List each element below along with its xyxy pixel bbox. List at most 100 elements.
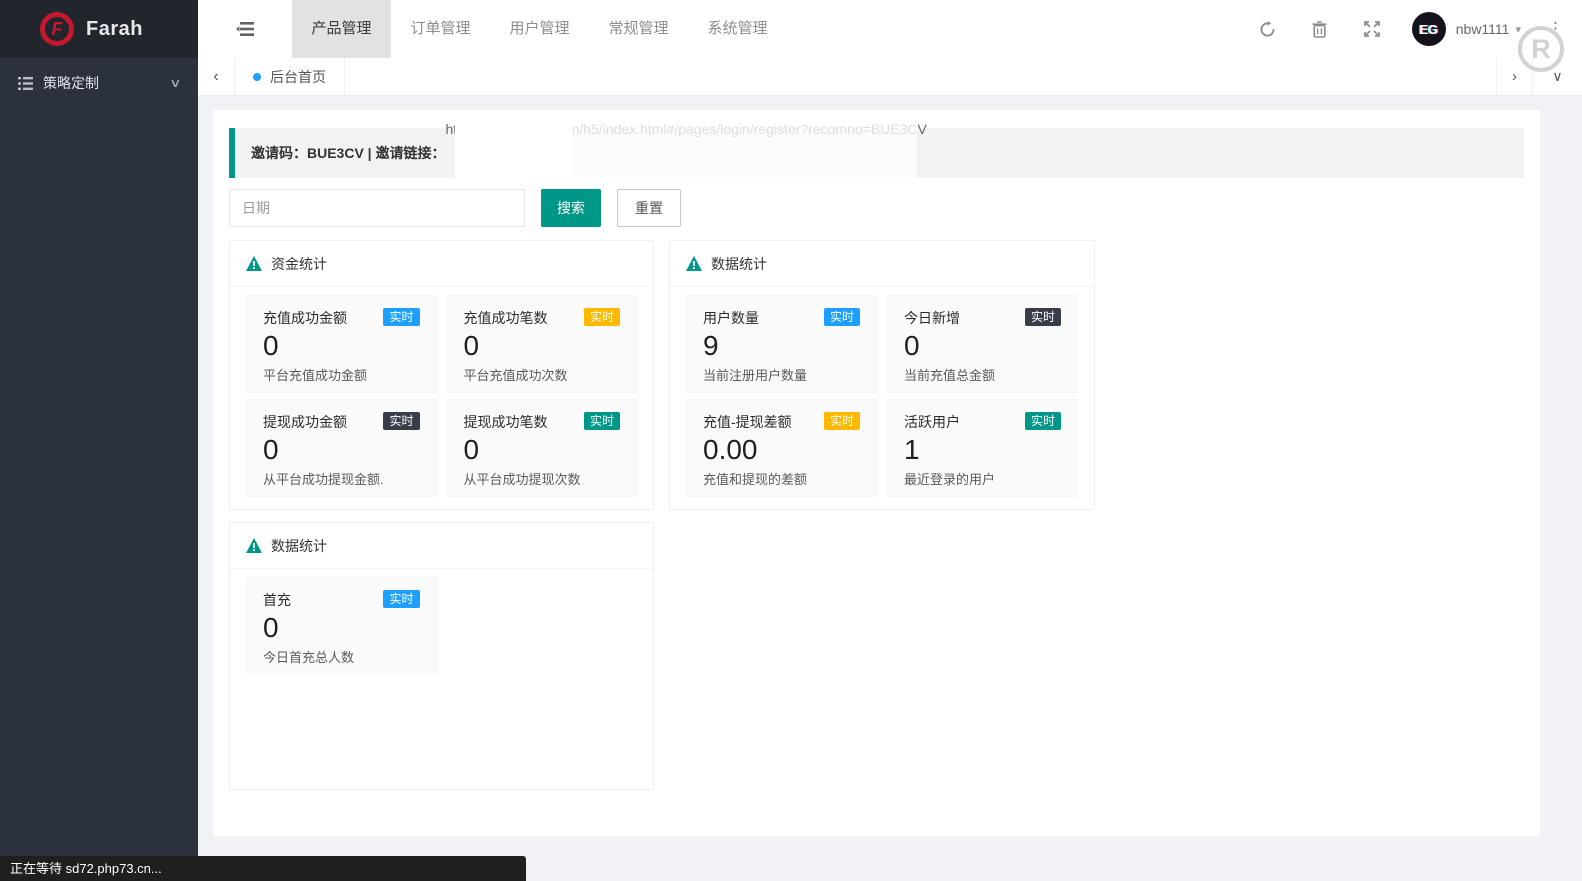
stat-tile-first-charge: 首充 实时 0 今日首充总人数 xyxy=(246,577,437,675)
nav-item-system[interactable]: 系统管理 xyxy=(688,0,787,58)
realtime-badge: 实时 xyxy=(824,412,860,430)
refresh-button[interactable] xyxy=(1242,21,1294,38)
nav-item-product[interactable]: 产品管理 xyxy=(292,0,391,58)
trash-icon xyxy=(1312,21,1327,38)
stat-desc: 从平台成功提现金额. xyxy=(263,469,420,488)
refresh-icon xyxy=(1259,21,1276,38)
stat-desc: 平台充值成功次数 xyxy=(464,365,621,384)
card-title: 数据统计 xyxy=(271,536,327,556)
stat-desc: 从平台成功提现次数 xyxy=(464,469,621,488)
fullscreen-button[interactable] xyxy=(1346,21,1398,37)
card-header: 资金统计 xyxy=(230,241,653,287)
sidebar: 策略定制 ∨ xyxy=(0,58,198,881)
tab-dashboard-home[interactable]: 后台首页 xyxy=(235,58,345,95)
tabs-scroll-right-button[interactable]: › xyxy=(1496,58,1532,95)
realtime-badge: 实时 xyxy=(584,412,620,430)
tab-bar-right-controls: › ∨ xyxy=(1496,58,1582,95)
stat-label: 活跃用户 xyxy=(904,412,960,432)
stat-tile-user-count: 用户数量 实时 9 当前注册用户数量 xyxy=(686,295,877,393)
clear-cache-button[interactable] xyxy=(1294,21,1346,38)
sidebar-collapse-button[interactable] xyxy=(198,0,292,58)
user-avatar[interactable]: EG xyxy=(1412,12,1446,46)
stat-desc: 当前充值总金额 xyxy=(904,365,1061,384)
card-body: 首充 实时 0 今日首充总人数 xyxy=(230,569,653,691)
stat-label: 今日新增 xyxy=(904,308,960,328)
date-input[interactable] xyxy=(229,189,525,227)
card-funds-stats: 资金统计 充值成功金额 实时 0 平台充值成功金额 充值成功笔数 实时 0 xyxy=(229,240,654,510)
realtime-badge: 实时 xyxy=(1025,308,1061,326)
stat-tile-active-users: 活跃用户 实时 1 最近登录的用户 xyxy=(887,399,1078,497)
stat-value: 0 xyxy=(904,330,1061,362)
top-header: 产品管理 订单管理 用户管理 常规管理 系统管理 xyxy=(198,0,1582,58)
brand-logo-letter: F xyxy=(52,19,63,40)
card-body: 用户数量 实时 9 当前注册用户数量 今日新增 实时 0 当前充值总金额 xyxy=(670,287,1094,513)
tabs-dropdown-button[interactable]: ∨ xyxy=(1532,58,1582,95)
top-nav: 产品管理 订单管理 用户管理 常规管理 系统管理 xyxy=(292,0,787,58)
header-right-tools: EG nbw1111 ▾ ⋮ xyxy=(1242,0,1582,58)
realtime-badge: 实时 xyxy=(584,308,620,326)
active-tab-dot-icon xyxy=(253,73,261,81)
nav-item-general[interactable]: 常规管理 xyxy=(589,0,688,58)
realtime-badge: 实时 xyxy=(824,308,860,326)
stat-tile-recharge-count: 充值成功笔数 实时 0 平台充值成功次数 xyxy=(447,295,638,393)
search-row: 搜索 重置 xyxy=(229,189,681,227)
invite-code-label: 邀请码：BUE3CV | 邀请链接： xyxy=(251,143,446,163)
stat-value: 9 xyxy=(703,330,860,362)
stat-tile-today-new: 今日新增 实时 0 当前充值总金额 xyxy=(887,295,1078,393)
stat-value: 0.00 xyxy=(703,434,860,466)
stat-desc: 今日首充总人数 xyxy=(263,647,420,666)
stat-label: 首充 xyxy=(263,590,291,610)
stat-desc: 平台充值成功金额 xyxy=(263,365,420,384)
tabs-scroll-left-button[interactable]: ‹ xyxy=(198,58,235,95)
brand-logo-icon: F xyxy=(40,12,74,46)
stat-label: 提现成功金额 xyxy=(263,412,347,432)
stat-tile-diff-amount: 充值-提现差额 实时 0.00 充值和提现的差额 xyxy=(686,399,877,497)
main-content-area: 邀请码：BUE3CV | 邀请链接： https://sd72.php73.cn… xyxy=(198,96,1582,881)
collapse-menu-icon xyxy=(236,22,254,36)
nav-item-user[interactable]: 用户管理 xyxy=(490,0,589,58)
page-tab-bar: ‹ 后台首页 › ∨ xyxy=(198,58,1582,96)
realtime-badge: 实时 xyxy=(1025,412,1061,430)
stat-value: 0 xyxy=(464,330,621,362)
stat-value: 0 xyxy=(464,434,621,466)
invite-banner: 邀请码：BUE3CV | 邀请链接： https://sd72.php73.cn… xyxy=(229,128,1524,178)
stat-tile-withdraw-count: 提现成功笔数 实时 0 从平台成功提现次数 xyxy=(447,399,638,497)
card-data-stats: 数据统计 用户数量 实时 9 当前注册用户数量 今日新增 实时 0 xyxy=(669,240,1095,510)
reset-button[interactable]: 重置 xyxy=(617,189,681,227)
realtime-badge: 实时 xyxy=(383,412,419,430)
card-title: 资金统计 xyxy=(271,254,327,274)
brand-logo-block: F Farah xyxy=(0,0,198,58)
card-first-charge-stats: 数据统计 首充 实时 0 今日首充总人数 xyxy=(229,522,654,790)
tab-label: 后台首页 xyxy=(270,67,326,87)
redaction-overlay xyxy=(573,117,917,189)
stat-desc: 当前注册用户数量 xyxy=(703,365,860,384)
nav-item-order[interactable]: 订单管理 xyxy=(391,0,490,58)
sidebar-item-label: 策略定制 xyxy=(43,73,99,93)
fullscreen-icon xyxy=(1364,21,1380,37)
username-label[interactable]: nbw1111 xyxy=(1456,21,1510,37)
list-menu-icon xyxy=(18,77,33,90)
stat-label: 充值-提现差额 xyxy=(703,412,792,432)
warning-triangle-icon xyxy=(246,538,262,553)
warning-triangle-icon xyxy=(246,256,262,271)
stat-label: 充值成功笔数 xyxy=(464,308,548,328)
stat-desc: 最近登录的用户 xyxy=(904,469,1061,488)
card-body: 充值成功金额 实时 0 平台充值成功金额 充值成功笔数 实时 0 平台充值成功次… xyxy=(230,287,653,513)
stat-label: 用户数量 xyxy=(703,308,759,328)
redaction-overlay xyxy=(455,117,573,189)
more-options-icon[interactable]: ⋮ xyxy=(1547,19,1564,39)
user-menu-caret-icon[interactable]: ▾ xyxy=(1515,23,1521,36)
sidebar-item-strategy[interactable]: 策略定制 ∨ xyxy=(0,58,198,108)
search-button[interactable]: 搜索 xyxy=(541,189,601,227)
stat-label: 充值成功金额 xyxy=(263,308,347,328)
sidebar-expand-chevron-icon: ∨ xyxy=(169,76,181,90)
stat-value: 0 xyxy=(263,612,420,644)
realtime-badge: 实时 xyxy=(383,590,419,608)
stat-tile-withdraw-amount: 提现成功金额 实时 0 从平台成功提现金额. xyxy=(246,399,437,497)
stat-value: 0 xyxy=(263,434,420,466)
card-header: 数据统计 xyxy=(670,241,1094,287)
card-title: 数据统计 xyxy=(711,254,767,274)
brand-name: Farah xyxy=(86,18,143,41)
stat-value: 1 xyxy=(904,434,1061,466)
realtime-badge: 实时 xyxy=(383,308,419,326)
